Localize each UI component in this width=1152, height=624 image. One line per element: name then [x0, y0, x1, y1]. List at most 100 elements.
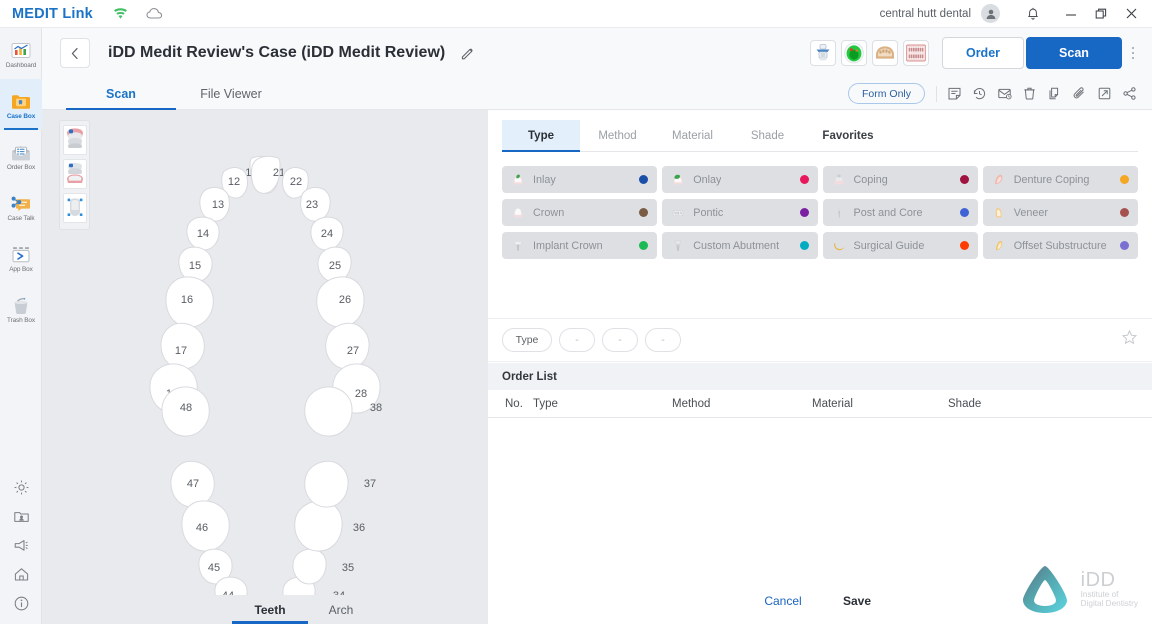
selection-chips-row: Type - - -: [488, 318, 1152, 362]
tab-shade[interactable]: Shade: [730, 120, 805, 151]
back-button[interactable]: [60, 38, 90, 68]
bell-icon[interactable]: [1018, 0, 1048, 28]
type-color-dot: [960, 175, 969, 184]
tooth-24[interactable]: 24: [311, 217, 343, 250]
expand-icon[interactable]: [1092, 81, 1117, 106]
sidebar-item-label: Case Talk: [7, 216, 34, 222]
tooth-23[interactable]: 23: [301, 187, 331, 221]
sidebar-item-label: Dashboard: [6, 63, 36, 69]
type-option-crown[interactable]: Crown: [502, 199, 657, 226]
avatar[interactable]: [981, 4, 1000, 23]
sidebar-item-case-talk[interactable]: Case Talk: [0, 181, 42, 232]
sidebar-item-order-box[interactable]: Order Box: [0, 130, 42, 181]
type-option-onlay[interactable]: Onlay: [662, 166, 817, 193]
copy-icon[interactable]: [1042, 81, 1067, 106]
chip-material[interactable]: -: [602, 328, 638, 352]
type-option-coping[interactable]: Coping: [823, 166, 978, 193]
delete-trash-icon[interactable]: [1017, 81, 1042, 106]
attachment-clip-icon[interactable]: [1067, 81, 1092, 106]
type-option-inlay[interactable]: Inlay: [502, 166, 657, 193]
teeth-xray-icon[interactable]: [903, 40, 929, 66]
dashboard-icon: [10, 37, 32, 61]
folder-user-icon[interactable]: [0, 502, 42, 531]
type-option-implant-crown[interactable]: Implant Crown: [502, 232, 657, 259]
type-option-denture-coping[interactable]: Denture Coping: [983, 166, 1138, 193]
minimize-button[interactable]: [1056, 0, 1086, 28]
tooth-26[interactable]: 26: [317, 277, 364, 327]
svg-text:46: 46: [196, 522, 208, 534]
app-box-icon: [10, 241, 32, 265]
type-label: Onlay: [693, 174, 721, 186]
order-button[interactable]: Order: [942, 37, 1024, 69]
tab-favorites[interactable]: Favorites: [805, 120, 891, 151]
tab-method[interactable]: Method: [580, 120, 655, 151]
save-button[interactable]: Save: [820, 587, 894, 615]
green-scan-model-icon[interactable]: [841, 40, 867, 66]
note-icon[interactable]: [942, 81, 967, 106]
plaster-model-icon[interactable]: [872, 40, 898, 66]
sidebar-item-trash-box[interactable]: Trash Box: [0, 283, 42, 334]
pencil-edit-icon[interactable]: [457, 43, 477, 63]
type-option-veneer[interactable]: Veneer: [983, 199, 1138, 226]
tab-arch[interactable]: Arch: [308, 595, 374, 624]
tooth-27[interactable]: 27: [326, 323, 369, 369]
mail-icon[interactable]: [992, 81, 1017, 106]
tooth-46[interactable]: 46: [182, 501, 229, 551]
toolbar-divider: [936, 86, 937, 102]
type-option-post-and-core[interactable]: Post and Core: [823, 199, 978, 226]
type-option-custom-abutment[interactable]: Custom Abutment: [662, 232, 817, 259]
more-options-icon[interactable]: [1122, 37, 1144, 69]
svg-text:37: 37: [364, 478, 376, 490]
type-option-surgical-guide[interactable]: Surgical Guide: [823, 232, 978, 259]
chip-shade[interactable]: -: [645, 328, 681, 352]
history-icon[interactable]: [967, 81, 992, 106]
info-icon[interactable]: [0, 589, 42, 618]
settings-gear-icon[interactable]: [0, 473, 42, 502]
type-option-pontic[interactable]: Pontic: [662, 199, 817, 226]
tooth-47[interactable]: 47: [171, 461, 214, 507]
tab-scan[interactable]: Scan: [66, 78, 176, 110]
tab-file-viewer[interactable]: File Viewer: [176, 78, 286, 110]
tooth-48[interactable]: 48: [162, 387, 209, 436]
tooth-13[interactable]: 13: [200, 187, 230, 221]
tooth-17[interactable]: 17: [161, 323, 204, 369]
tooth-14[interactable]: 14: [187, 217, 219, 250]
type-color-dot: [1120, 175, 1129, 184]
dental-arch-diagram[interactable]: 11 12 13 14 15 16 17 18: [42, 110, 488, 624]
chip-method[interactable]: -: [559, 328, 595, 352]
cancel-button[interactable]: Cancel: [746, 587, 820, 615]
tooth-35[interactable]: 35: [293, 549, 354, 584]
form-only-button[interactable]: Form Only: [848, 83, 925, 104]
cloud-icon[interactable]: [146, 7, 164, 20]
wifi-icon[interactable]: [113, 7, 128, 20]
sidebar-item-label: App Box: [9, 267, 32, 273]
sidebar-item-case-box[interactable]: Case Box: [0, 79, 42, 130]
column-header-no: No.: [505, 398, 523, 410]
close-button[interactable]: [1116, 0, 1146, 28]
type-color-dot: [960, 208, 969, 217]
tab-teeth[interactable]: Teeth: [232, 595, 308, 624]
case-header-actions: Order Scan: [810, 37, 1144, 69]
chip-type[interactable]: Type: [502, 328, 552, 352]
tooth-21[interactable]: 21: [251, 156, 285, 193]
maximize-button[interactable]: [1086, 0, 1116, 28]
type-color-dot: [639, 175, 648, 184]
tooth-36[interactable]: 36: [295, 501, 365, 551]
sidebar-item-app-box[interactable]: App Box: [0, 232, 42, 283]
tooth-37[interactable]: 37: [305, 461, 376, 507]
scanner-device-icon[interactable]: [810, 40, 836, 66]
window-controls-group: central hutt dental: [880, 0, 1152, 27]
sidebar-item-dashboard[interactable]: Dashboard: [0, 28, 42, 79]
home-icon[interactable]: [0, 560, 42, 589]
megaphone-icon[interactable]: [0, 531, 42, 560]
order-list-column-headers: No. Type Method Material Shade: [488, 390, 1152, 418]
type-color-dot: [800, 175, 809, 184]
type-option-offset-substructure[interactable]: Offset Substructure: [983, 232, 1138, 259]
tab-type[interactable]: Type: [502, 120, 580, 151]
tooth-16[interactable]: 16: [166, 277, 213, 327]
tab-material[interactable]: Material: [655, 120, 730, 151]
star-outline-icon[interactable]: [1121, 329, 1138, 351]
scan-button[interactable]: Scan: [1026, 37, 1122, 69]
share-icon[interactable]: [1117, 81, 1142, 106]
type-color-dot: [960, 241, 969, 250]
